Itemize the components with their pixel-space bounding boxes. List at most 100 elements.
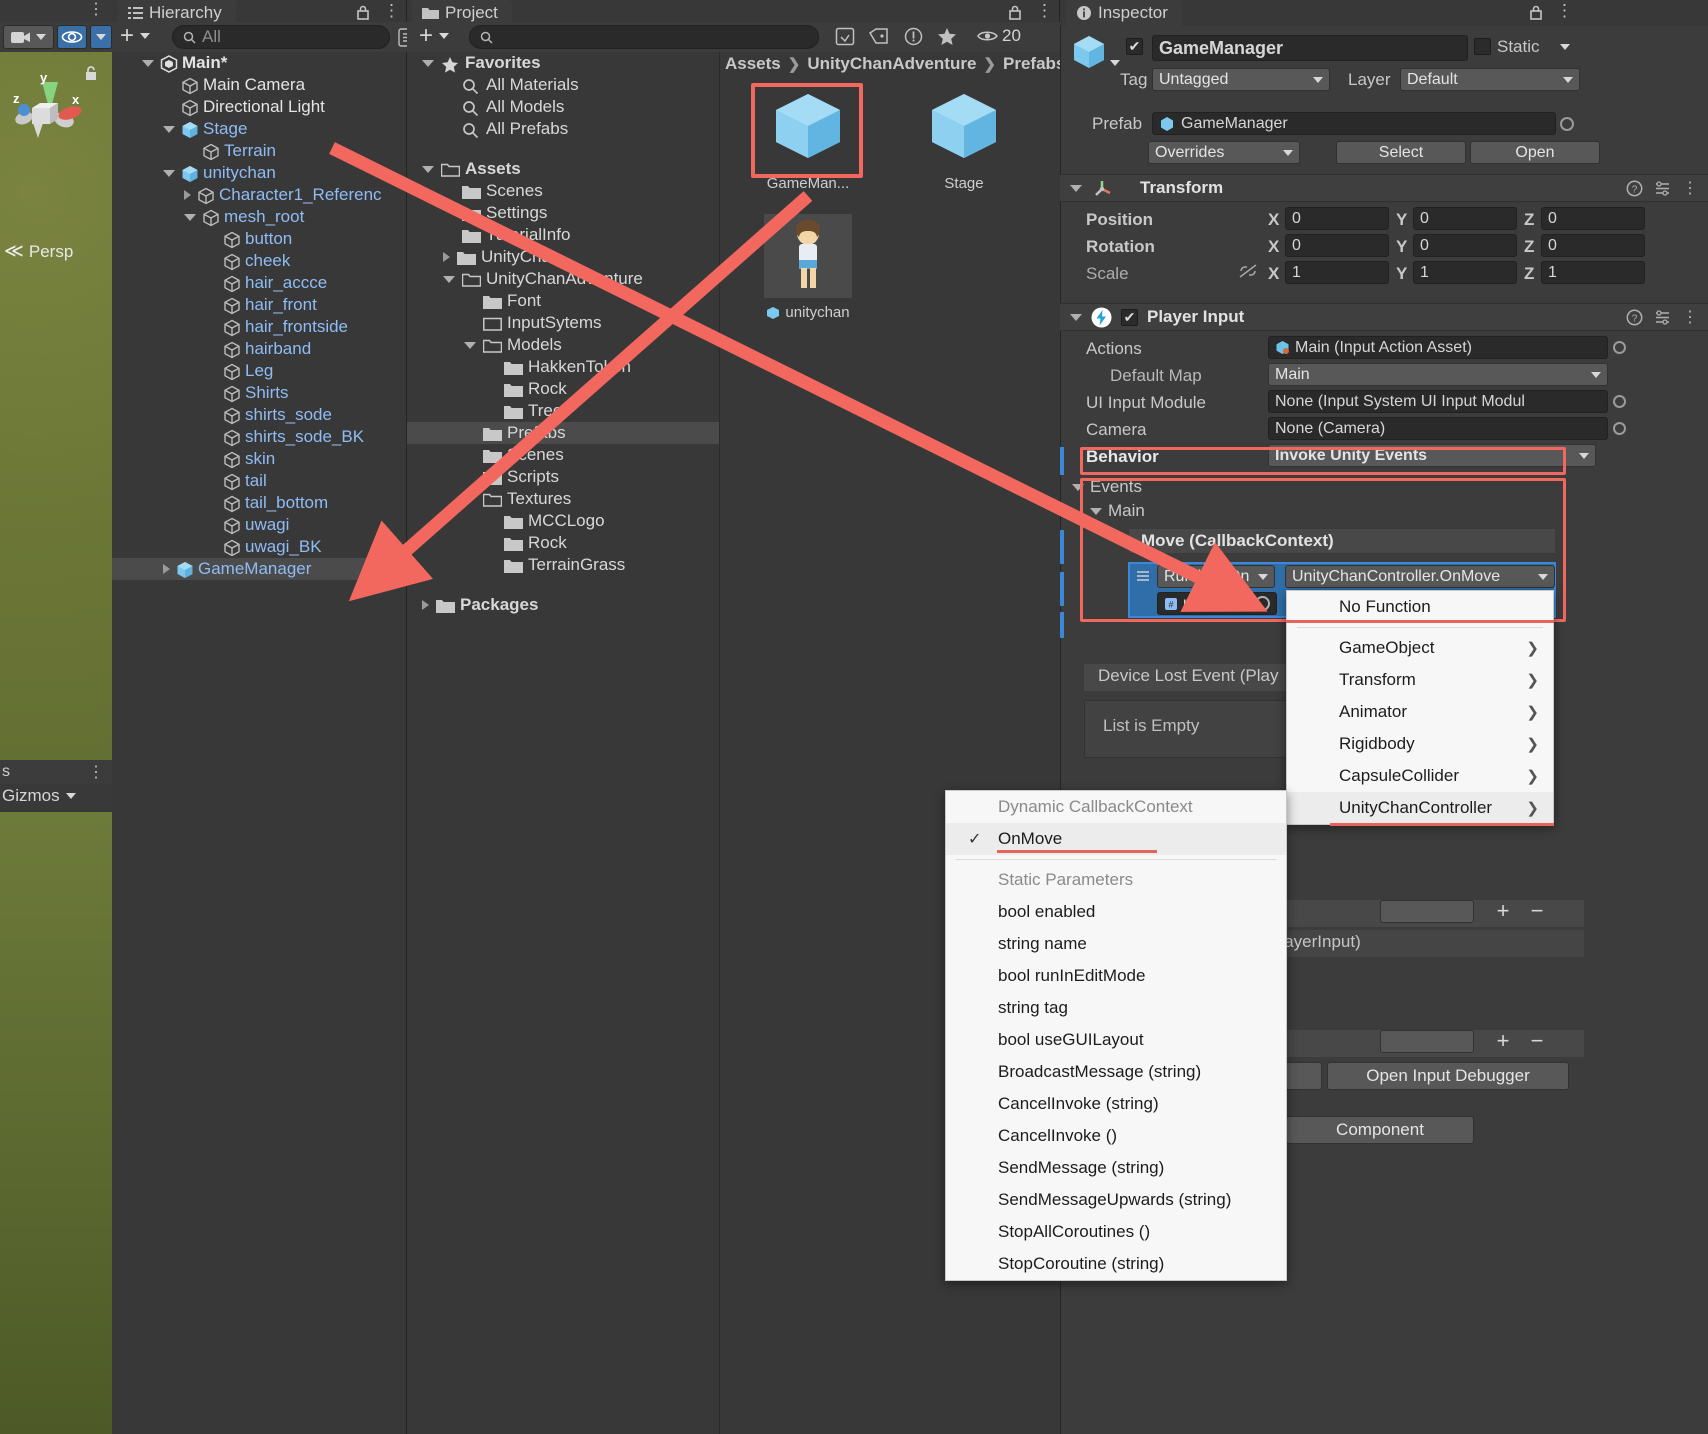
project-tree-item[interactable]: Prefabs bbox=[407, 422, 719, 444]
menu-item-static[interactable]: StopCoroutine (string) bbox=[946, 1248, 1286, 1280]
menu-item[interactable]: GameObject❯ bbox=[1287, 632, 1553, 664]
player-input-row[interactable]: Default MapMain bbox=[1060, 362, 1708, 389]
method-picker-menu[interactable]: Dynamic CallbackContext ✓OnMove Static P… bbox=[945, 790, 1287, 1281]
menu-item-no-function[interactable]: No Function bbox=[1287, 591, 1553, 623]
chevron-down-icon[interactable] bbox=[1070, 314, 1082, 321]
project-tree-item[interactable]: Assets bbox=[407, 158, 719, 180]
transform-row[interactable]: ScaleX1Y1Z1 bbox=[1060, 260, 1708, 287]
hierarchy-item[interactable]: uwagi_BK bbox=[112, 536, 407, 558]
project-tree-item[interactable]: Font bbox=[407, 290, 719, 312]
chevron-down-icon[interactable] bbox=[464, 496, 476, 503]
help-icon[interactable]: ? bbox=[1626, 309, 1643, 326]
transform-row[interactable]: PositionX0Y0Z0 bbox=[1060, 206, 1708, 233]
hierarchy-item[interactable]: hair_front bbox=[112, 294, 407, 316]
project-tree-item[interactable]: TutorialInfo bbox=[407, 224, 719, 246]
player-input-popup[interactable]: Invoke Unity Events bbox=[1268, 444, 1596, 467]
player-input-object-field[interactable]: None (Camera) bbox=[1268, 417, 1608, 440]
transform-value-input[interactable]: 0 bbox=[1413, 207, 1517, 230]
add-row-button-2[interactable]: + bbox=[1486, 1028, 1520, 1054]
project-tree-item[interactable]: Scenes bbox=[407, 180, 719, 202]
object-picker-icon[interactable] bbox=[1613, 422, 1626, 435]
project-kebab-menu-icon[interactable]: ⋮ bbox=[1036, 1, 1053, 21]
scale-link-icon[interactable] bbox=[1238, 263, 1258, 284]
transform-component-header[interactable]: Transform ? ⋮ bbox=[1060, 174, 1708, 202]
scene-viewport[interactable]: y x z ≪ Persp bbox=[0, 52, 112, 760]
player-input-row[interactable]: UI Input ModuleNone (Input System UI Inp… bbox=[1060, 389, 1708, 416]
project-tree-item[interactable]: Tree bbox=[407, 400, 719, 422]
error-icon[interactable] bbox=[904, 27, 923, 46]
remove-row-button-2[interactable]: − bbox=[1520, 1028, 1554, 1054]
player-input-row[interactable]: BehaviorInvoke Unity Events bbox=[1060, 443, 1708, 470]
menu-item-static[interactable]: StopAllCoroutines () bbox=[946, 1216, 1286, 1248]
menu-item-static[interactable]: string name bbox=[946, 928, 1286, 960]
component-kebab-menu-icon[interactable]: ⋮ bbox=[1682, 307, 1698, 327]
callback-mode-dropdown[interactable]: Runtime On bbox=[1157, 565, 1275, 588]
project-tree-item[interactable]: Favorites bbox=[407, 52, 719, 74]
orbit-tool-button[interactable] bbox=[57, 25, 86, 49]
gameobject-name-input[interactable]: GameManager bbox=[1152, 35, 1468, 61]
transform-value-input[interactable]: 0 bbox=[1285, 234, 1389, 257]
project-tree-item[interactable]: MCCLogo bbox=[407, 510, 719, 532]
game-viewport[interactable] bbox=[0, 812, 112, 1434]
favorite-icon[interactable] bbox=[937, 27, 957, 46]
menu-item-static[interactable]: string tag bbox=[946, 992, 1286, 1024]
camera-mode-button[interactable] bbox=[3, 25, 54, 49]
project-tree-item[interactable]: TerrainGrass bbox=[407, 554, 719, 576]
overrides-dropdown[interactable]: Overrides bbox=[1148, 141, 1300, 164]
project-tree-item[interactable]: Packages bbox=[407, 594, 719, 616]
hierarchy-item[interactable]: GameManager bbox=[112, 558, 407, 580]
orbit-options-button[interactable] bbox=[90, 25, 112, 49]
project-lock-icon[interactable] bbox=[1007, 4, 1023, 21]
chevron-right-icon[interactable] bbox=[163, 564, 170, 574]
preset-icon[interactable] bbox=[1654, 180, 1671, 197]
hierarchy-item[interactable]: hairband bbox=[112, 338, 407, 360]
prefab-picker-icon[interactable] bbox=[1560, 117, 1574, 131]
scene-kebab-menu-icon[interactable]: ⋮ bbox=[88, 3, 104, 17]
chevron-down-icon[interactable] bbox=[1070, 185, 1082, 192]
menu-item[interactable]: Rigidbody❯ bbox=[1287, 728, 1553, 760]
project-folder-tree[interactable]: FavoritesAll MaterialsAll ModelsAll Pref… bbox=[407, 52, 719, 612]
scene-lock-icon[interactable] bbox=[82, 64, 100, 82]
transform-value-input[interactable]: 1 bbox=[1413, 261, 1517, 284]
menu-item-dynamic[interactable]: ✓OnMove bbox=[946, 823, 1286, 855]
chevron-down-icon[interactable] bbox=[1072, 484, 1084, 491]
hierarchy-item[interactable]: skin bbox=[112, 448, 407, 470]
transform-value-input[interactable]: 0 bbox=[1285, 207, 1389, 230]
scene-view-toolbar[interactable] bbox=[0, 22, 112, 52]
hierarchy-add-button[interactable]: + bbox=[120, 26, 150, 46]
callback-target-object-field[interactable]: # unitycha bbox=[1157, 592, 1277, 615]
chevron-right-icon[interactable] bbox=[184, 190, 191, 200]
project-tree-item[interactable]: HakkenToken bbox=[407, 356, 719, 378]
add-row-button[interactable]: + bbox=[1486, 898, 1520, 924]
callback-function-dropdown[interactable]: UnityChanController.OnMove bbox=[1285, 565, 1555, 588]
breadcrumb-item[interactable]: UnityChanAdventure bbox=[807, 54, 976, 74]
hierarchy-item[interactable]: hair_accce bbox=[112, 272, 407, 294]
inspector-lock-icon[interactable] bbox=[1528, 4, 1544, 21]
function-picker-menu[interactable]: No Function GameObject❯Transform❯Animato… bbox=[1286, 590, 1554, 825]
chevron-down-icon[interactable] bbox=[1090, 508, 1102, 515]
chevron-down-icon[interactable] bbox=[443, 276, 455, 283]
events-foldout[interactable]: Events bbox=[1072, 477, 1142, 497]
open-button[interactable]: Open bbox=[1470, 141, 1600, 164]
menu-item-static[interactable]: SendMessageUpwards (string) bbox=[946, 1184, 1286, 1216]
hierarchy-item[interactable]: shirts_sode_BK bbox=[112, 426, 407, 448]
menu-item-static[interactable]: BroadcastMessage (string) bbox=[946, 1056, 1286, 1088]
help-icon[interactable]: ? bbox=[1626, 180, 1643, 197]
hierarchy-item[interactable]: Character1_Referenc bbox=[112, 184, 407, 206]
player-input-object-field[interactable]: Main (Input Action Asset) bbox=[1268, 336, 1608, 359]
object-picker-icon[interactable] bbox=[1613, 341, 1626, 354]
open-input-debugger-button[interactable]: Open Input Debugger bbox=[1327, 1062, 1569, 1090]
transform-value-input[interactable]: 0 bbox=[1413, 234, 1517, 257]
component-kebab-menu-icon[interactable]: ⋮ bbox=[1682, 178, 1698, 198]
player-input-enabled-checkbox[interactable]: ✔ bbox=[1121, 309, 1138, 326]
game-kebab-menu-icon[interactable]: ⋮ bbox=[88, 762, 104, 782]
hierarchy-item[interactable]: Directional Light bbox=[112, 96, 407, 118]
hierarchy-tree[interactable]: Main*Main CameraDirectional LightStageTe… bbox=[112, 52, 407, 612]
add-event-button-2[interactable] bbox=[1380, 1030, 1474, 1053]
menu-item-static[interactable]: SendMessage (string) bbox=[946, 1152, 1286, 1184]
project-tree-item[interactable]: Rock bbox=[407, 378, 719, 400]
menu-item-static[interactable]: bool runInEditMode bbox=[946, 960, 1286, 992]
inspector-kebab-menu-icon[interactable]: ⋮ bbox=[1556, 1, 1573, 21]
project-visible-count[interactable]: 20 bbox=[977, 26, 1021, 46]
asset-item-stage[interactable]: Stage bbox=[908, 88, 1020, 192]
